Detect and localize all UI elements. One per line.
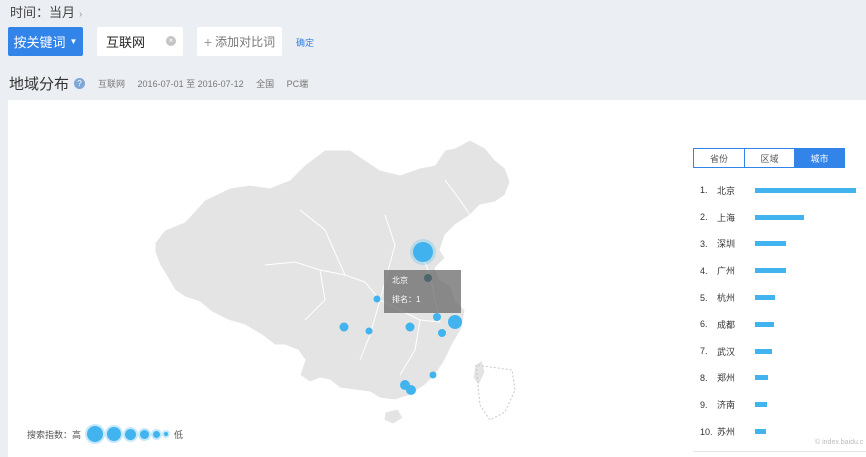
city-ranking-list: 1. 北京 2. 上海 3. 深圳 4. 广州 5. 杭州 6. 成都 7. 武汉 8. 郑州 … bbox=[700, 177, 866, 445]
legend-dot-2 bbox=[107, 427, 122, 441]
list-item: 9. 济南 bbox=[700, 391, 866, 418]
rank-number: 1. bbox=[700, 185, 708, 196]
legend-dot-4 bbox=[140, 429, 150, 439]
rank-city: 杭州 bbox=[717, 293, 736, 304]
rank-bar bbox=[755, 321, 775, 327]
bubble-shenzhen bbox=[406, 385, 416, 395]
bubble-nanjing bbox=[433, 313, 441, 321]
rank-number: 6. bbox=[700, 319, 708, 330]
bubble-fuzhou bbox=[429, 371, 437, 379]
bubble-shanghai bbox=[448, 315, 462, 329]
list-item: 4. 广州 bbox=[700, 257, 866, 284]
rank-city: 郑州 bbox=[717, 373, 736, 384]
tab-city[interactable]: 城市 bbox=[794, 149, 844, 167]
tooltip-city: 北京 bbox=[392, 276, 408, 285]
rank-bar bbox=[755, 187, 856, 193]
rank-bar bbox=[755, 268, 787, 274]
rank-bar bbox=[755, 214, 805, 220]
legend-label: 搜索指数：高 bbox=[27, 429, 82, 440]
map-region-taiwan bbox=[472, 359, 486, 386]
rank-bar bbox=[755, 241, 787, 247]
list-item: 8. 郑州 bbox=[700, 365, 866, 392]
legend-dot-6 bbox=[164, 432, 169, 436]
rank-bar bbox=[755, 402, 768, 408]
rank-city: 苏州 bbox=[717, 427, 736, 438]
rank-number: 9. bbox=[700, 399, 708, 410]
rank-bar bbox=[755, 295, 776, 301]
rank-bar bbox=[755, 429, 767, 435]
map-tooltip: 北京 排名：1 bbox=[384, 270, 461, 313]
rank-city: 北京 bbox=[717, 185, 736, 196]
rank-number: 3. bbox=[700, 238, 708, 249]
bubble-chongqing bbox=[365, 327, 373, 335]
divider bbox=[693, 451, 866, 452]
list-item: 2. 上海 bbox=[700, 204, 866, 231]
rank-bar bbox=[755, 348, 773, 354]
map-region-hainan bbox=[383, 408, 404, 425]
legend-dot-3 bbox=[125, 428, 137, 440]
rank-number: 8. bbox=[700, 372, 708, 383]
rank-city: 上海 bbox=[717, 212, 736, 223]
granularity-tabs: 省份 区域 城市 bbox=[693, 148, 845, 168]
rank-city: 济南 bbox=[717, 400, 736, 411]
rank-number: 4. bbox=[700, 265, 708, 276]
list-item: 6. 成都 bbox=[700, 311, 866, 338]
legend-dot-1 bbox=[87, 426, 104, 442]
tab-region[interactable]: 区域 bbox=[744, 149, 794, 167]
rank-city: 广州 bbox=[717, 266, 736, 277]
list-item: 5. 杭州 bbox=[700, 284, 866, 311]
rank-city: 深圳 bbox=[717, 239, 736, 250]
list-item: 7. 武汉 bbox=[700, 338, 866, 365]
list-item: 1. 北京 bbox=[700, 177, 866, 204]
list-item: 3. 深圳 bbox=[700, 231, 866, 258]
bubble-xian bbox=[373, 295, 381, 303]
rank-number: 5. bbox=[700, 292, 708, 303]
bubble-chengdu bbox=[339, 322, 349, 332]
rank-number: 7. bbox=[700, 346, 708, 357]
legend-low: 低 bbox=[174, 429, 184, 440]
tab-province[interactable]: 省份 bbox=[694, 149, 744, 167]
legend-dot-5 bbox=[153, 430, 161, 438]
bubble-wuhan bbox=[405, 322, 415, 332]
map-legend: 搜索指数：高 低 bbox=[27, 426, 183, 442]
watermark: © index.baidu.c bbox=[815, 439, 864, 446]
bubble-hangzhou bbox=[438, 329, 446, 337]
bubble-beijing-ring bbox=[410, 239, 436, 265]
rank-number: 10. bbox=[700, 426, 713, 437]
rank-bar bbox=[755, 375, 769, 381]
rank-city: 武汉 bbox=[717, 346, 736, 357]
rank-number: 2. bbox=[700, 212, 708, 223]
tooltip-rank: 排名：1 bbox=[392, 295, 421, 304]
rank-city: 成都 bbox=[717, 319, 736, 330]
